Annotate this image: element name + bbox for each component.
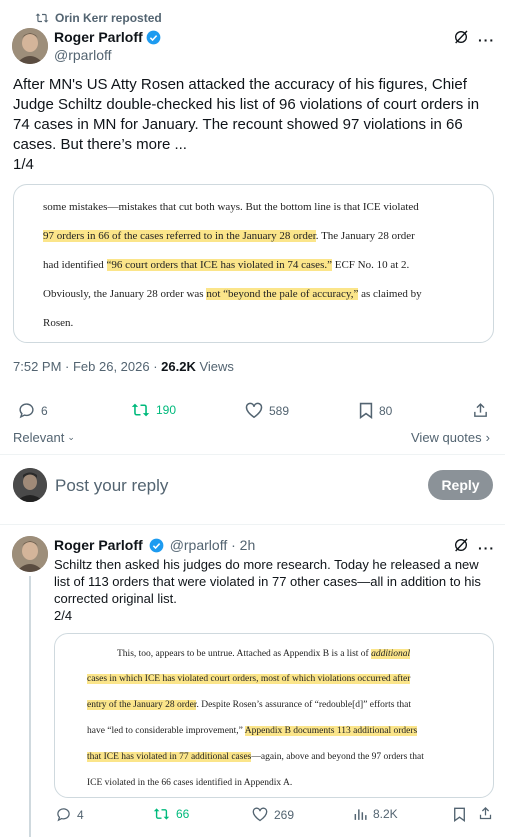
repost-button[interactable]: 66: [153, 807, 189, 821]
author-name[interactable]: Roger Parloff: [54, 29, 143, 45]
reply-submit-button[interactable]: Reply: [428, 470, 493, 500]
reply-count: 6: [41, 403, 48, 418]
doc-line: Obviously, the January 28 order was not …: [43, 288, 422, 300]
thread-line: [29, 576, 31, 837]
sort-label: Relevant: [13, 430, 65, 445]
author-handle-time[interactable]: @rparloff · 2h: [170, 537, 256, 553]
repost-icon: [35, 13, 49, 23]
doc-line: some mistakes—mistakes that cut both way…: [43, 201, 419, 213]
like-count: 589: [269, 403, 290, 418]
avatar-image: [12, 28, 48, 64]
reply-button[interactable]: 6: [18, 402, 48, 419]
views-count: 26.2K: [161, 359, 196, 374]
doc-line: have “led to considerable improvement,” …: [87, 726, 418, 736]
view-quotes-label: View quotes: [411, 430, 482, 445]
like-count: 269: [274, 807, 295, 822]
repost-indicator[interactable]: Orin Kerr reposted: [35, 11, 162, 25]
grok-icon[interactable]: [453, 537, 469, 558]
more-options-icon[interactable]: ···: [478, 540, 495, 556]
repost-label: Orin Kerr reposted: [55, 11, 162, 25]
verified-badge-icon: [149, 538, 164, 552]
divider: [0, 454, 505, 455]
repost-count: 66: [176, 807, 190, 821]
avatar-image: [13, 468, 47, 502]
reply-button[interactable]: 4: [56, 807, 84, 822]
author-avatar[interactable]: [12, 536, 48, 572]
repost-count: 190: [156, 403, 177, 417]
bookmark-icon[interactable]: [453, 807, 466, 827]
sort-dropdown[interactable]: Relevant ⌄: [13, 430, 75, 445]
view-quotes-link[interactable]: View quotes ›: [411, 430, 490, 445]
tweet-image[interactable]: This, too, appears to be untrue. Attache…: [54, 633, 494, 798]
doc-line: that ICE has violated in 77 additional c…: [87, 752, 424, 762]
reply-icon: [19, 403, 34, 419]
chevron-down-icon: ⌄: [67, 432, 75, 442]
timestamp[interactable]: 7:52 PM · Feb 26, 2026 ·: [13, 359, 161, 374]
bookmark-icon: [359, 402, 373, 419]
doc-line: This, too, appears to be untrue. Attache…: [117, 649, 411, 659]
avatar-image: [12, 536, 48, 572]
like-button[interactable]: 269: [252, 807, 294, 822]
tweet-meta: 7:52 PM · Feb 26, 2026 · 26.2K Views: [13, 359, 234, 374]
author-name[interactable]: Roger Parloff: [54, 537, 143, 553]
analytics-icon: [354, 809, 367, 820]
heart-icon: [245, 402, 263, 419]
repost-icon: [131, 403, 150, 417]
heart-icon: [252, 807, 268, 822]
share-icon[interactable]: [478, 806, 493, 826]
doc-line: entry of the January 28 order. Despite R…: [87, 700, 412, 710]
chevron-right-icon: ›: [485, 430, 490, 445]
doc-line: Rosen.: [43, 317, 74, 329]
more-options-icon[interactable]: ···: [478, 32, 495, 48]
tweet-image[interactable]: some mistakes—mistakes that cut both way…: [13, 184, 494, 343]
repost-button[interactable]: 190: [131, 402, 176, 418]
bookmark-count: 80: [379, 403, 393, 418]
share-icon[interactable]: [472, 402, 489, 424]
tweet-text: After MN's US Atty Rosen attacked the ac…: [13, 76, 480, 173]
divider: [0, 524, 505, 525]
bookmark-button[interactable]: 80: [359, 402, 392, 419]
user-avatar[interactable]: [13, 468, 47, 502]
tweet-text: Schiltz then asked his judges do more re…: [54, 557, 481, 623]
author-avatar[interactable]: [12, 28, 48, 64]
verified-badge-icon: [146, 30, 161, 44]
reply-count: 4: [77, 807, 84, 822]
views-count: 8.2K: [373, 807, 398, 821]
doc-line: had identified “96 court orders that ICE…: [43, 259, 410, 271]
doc-line: 97 orders in 66 of the cases referred to…: [43, 230, 415, 242]
repost-icon: [153, 808, 170, 820]
grok-icon[interactable]: [453, 29, 469, 50]
like-button[interactable]: 589: [245, 402, 289, 419]
doc-line: cases in which ICE has violated court or…: [87, 674, 411, 684]
reply-icon: [57, 808, 70, 822]
doc-line: ICE violated in the 66 cases identified …: [87, 778, 293, 788]
reply-input[interactable]: Post your reply: [55, 476, 168, 496]
author-handle[interactable]: @rparloff: [54, 47, 112, 63]
views-label: Views: [195, 359, 234, 374]
views-button[interactable]: 8.2K: [353, 807, 398, 821]
